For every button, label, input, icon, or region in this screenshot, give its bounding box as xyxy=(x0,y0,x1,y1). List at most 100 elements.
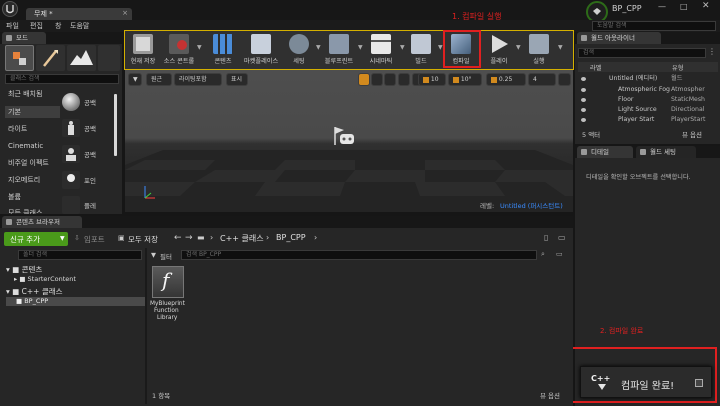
asset-search-icon[interactable]: ⌕ xyxy=(541,250,545,259)
outliner-row-world[interactable]: Untitled (에디터) 월드 xyxy=(578,74,716,84)
category-all-classes[interactable]: 모든 클래스 xyxy=(5,207,60,214)
document-tab[interactable]: 무제 * × xyxy=(26,8,132,20)
camera-speed-button[interactable]: 4 xyxy=(528,73,556,86)
tree-splitter[interactable] xyxy=(145,248,147,404)
modes-scrollbar[interactable] xyxy=(114,94,117,156)
tree-node-content[interactable]: ▾ ■ 콘텐츠 xyxy=(6,264,42,275)
tree-node-starter-content[interactable]: ▸ ■ StarterContent xyxy=(14,275,76,283)
notification-body[interactable]: C++ 컴파일 완료! xyxy=(580,366,712,398)
toolbar-blueprints-button[interactable]: 블루프린트 xyxy=(322,32,356,68)
grid-snap-toggle[interactable]: 10 xyxy=(418,73,446,86)
breadcrumb-bp-cpp[interactable]: BP_CPP xyxy=(276,233,306,242)
level-viewport[interactable]: 레벨: Untitled (퍼시스턴트) xyxy=(125,70,573,212)
class-search-input[interactable]: 클래스 검색 xyxy=(5,74,119,84)
close-icon[interactable]: × xyxy=(122,9,128,17)
play-caret-icon[interactable]: ▼ xyxy=(516,44,521,52)
toolbar-settings-button[interactable]: 세팅 xyxy=(282,32,316,68)
scale-snap-toggle[interactable]: 0.25 xyxy=(486,73,526,86)
help-search-input[interactable]: 도움말 검색 xyxy=(592,21,716,31)
toolbar-launch-button[interactable]: 실행 xyxy=(522,32,556,68)
toolbar-cinematics-button[interactable]: 시네마틱 xyxy=(364,32,398,68)
minimize-icon[interactable]: — xyxy=(658,2,666,11)
viewport-options-dropdown[interactable]: ▼ xyxy=(128,73,142,86)
blueprints-caret-icon[interactable]: ▼ xyxy=(358,44,363,52)
toolbar-source-control-button[interactable]: 소스 콘트롤 xyxy=(162,32,196,68)
folder-search-input[interactable]: 폴더 검색 xyxy=(18,250,142,260)
settings-caret-icon[interactable]: ▼ xyxy=(316,44,321,52)
category-recent[interactable]: 최근 배치됨 xyxy=(5,88,60,100)
perspective-button[interactable]: 원근 xyxy=(146,73,172,86)
asset-search-input[interactable]: 검색 BP_CPP xyxy=(181,250,537,260)
outliner-search-input[interactable]: 검색 xyxy=(578,48,706,58)
outliner-row-atmospheric-fog[interactable]: Atmospheric Fog Atmospher xyxy=(578,85,716,95)
mode-place-button[interactable] xyxy=(5,45,34,71)
toolbar-content-button[interactable]: 콘텐츠 xyxy=(206,32,240,68)
content-lock-icon[interactable]: ▯ xyxy=(544,233,548,242)
mode-paint-button[interactable] xyxy=(36,45,65,71)
category-cinematic[interactable]: Cinematic xyxy=(5,140,60,152)
category-visual-effects[interactable]: 비주얼 이펙트 xyxy=(5,157,60,169)
category-lights[interactable]: 라이트 xyxy=(5,123,60,135)
tab-content-browser[interactable]: 콘텐츠 브라우저 xyxy=(2,216,82,228)
save-all-button[interactable]: ▣ 모두 저장 xyxy=(116,232,170,246)
mode-item-point-light[interactable]: 포인 xyxy=(62,170,114,190)
toolbar-marketplace-button[interactable]: 마켓플레이스 xyxy=(244,32,278,68)
outliner-row-floor[interactable]: Floor StaticMesh xyxy=(578,95,716,105)
launch-caret-icon[interactable]: ▼ xyxy=(558,44,563,52)
menu-edit[interactable]: 편집 xyxy=(30,21,43,31)
tab-modes[interactable]: 모드 xyxy=(2,32,46,44)
notification-dismiss-icon[interactable] xyxy=(695,379,703,387)
mode-item-empty-actor[interactable]: 공백 xyxy=(62,92,114,112)
filters-button[interactable]: ▼ 필터 xyxy=(151,251,179,261)
scale-tool-button[interactable] xyxy=(384,73,396,86)
back-arrow-icon[interactable]: ← xyxy=(174,233,182,243)
outliner-view-options[interactable]: 뷰 옵션 xyxy=(682,129,702,139)
maximize-icon[interactable]: □ xyxy=(680,2,688,11)
mode-landscape-button[interactable] xyxy=(67,45,96,71)
source-control-caret-icon[interactable]: ▼ xyxy=(197,44,202,52)
outliner-settings-icon[interactable]: ⋮ xyxy=(708,47,716,56)
asset-tile[interactable]: f MyBlueprint Function Library xyxy=(150,266,186,326)
visibility-eye-icon[interactable] xyxy=(581,98,586,102)
visibility-eye-icon[interactable] xyxy=(581,77,586,81)
window-close-icon[interactable]: ✕ xyxy=(702,1,710,11)
menu-file[interactable]: 파일 xyxy=(6,21,19,31)
translate-tool-button[interactable] xyxy=(358,73,370,86)
history-icon[interactable]: ▭ xyxy=(556,250,563,258)
toolbar-build-button[interactable]: 빌드 xyxy=(404,32,438,68)
tab-world-outliner[interactable]: 월드 아웃라이너 xyxy=(577,32,661,44)
forward-arrow-icon[interactable]: → xyxy=(185,233,193,243)
tree-node-cpp-classes[interactable]: ▾ ■ C++ 클래스 xyxy=(6,286,63,297)
rotate-tool-button[interactable] xyxy=(371,73,383,86)
content-browser-collapse-icon[interactable]: ▭ xyxy=(558,233,566,242)
menu-window[interactable]: 창 xyxy=(55,21,61,31)
visibility-eye-icon[interactable] xyxy=(581,108,586,112)
breadcrumb-cpp-classes[interactable]: C++ 클래스 xyxy=(220,233,264,244)
mode-item-empty-pawn[interactable]: 공백 xyxy=(62,144,114,164)
outliner-row-player-start[interactable]: Player Start PlayerStart xyxy=(578,115,716,125)
add-new-button[interactable]: 신규 추가 ▼ xyxy=(4,232,68,246)
content-view-options[interactable]: 뷰 옵션 xyxy=(540,390,560,400)
rotation-snap-toggle[interactable]: 10° xyxy=(448,73,482,86)
outliner-row-light-source[interactable]: Light Source Directional xyxy=(578,105,716,115)
tab-world-settings[interactable]: 월드 세팅 xyxy=(636,146,696,158)
toolbar-play-button[interactable]: 플레이 xyxy=(482,32,516,68)
visibility-eye-icon[interactable] xyxy=(581,88,586,92)
outliner-col-label[interactable]: 라벨 xyxy=(590,63,601,72)
show-button[interactable]: 표시 xyxy=(226,73,248,86)
category-basic[interactable]: 기본 xyxy=(5,106,60,118)
folder-icon[interactable]: ▬ xyxy=(197,233,205,242)
mode-foliage-button[interactable] xyxy=(98,45,120,71)
outliner-col-type[interactable]: 유형 xyxy=(672,63,683,72)
tree-node-bp-cpp[interactable]: ■ BP_CPP xyxy=(6,297,146,306)
visibility-eye-icon[interactable] xyxy=(581,118,586,122)
maximize-viewport-button[interactable] xyxy=(558,73,571,86)
world-local-button[interactable] xyxy=(398,73,410,86)
category-geometry[interactable]: 지오메트리 xyxy=(5,174,60,186)
import-button[interactable]: ⇩ 임포트 xyxy=(72,232,112,246)
lit-button[interactable]: 라이팅포함 xyxy=(174,73,222,86)
mode-item-empty-character[interactable]: 공백 xyxy=(62,118,114,138)
tab-details[interactable]: 디테일 xyxy=(577,146,633,158)
toolbar-save-button[interactable]: 현재 저장 xyxy=(126,32,160,68)
menu-help[interactable]: 도움말 xyxy=(70,21,89,31)
